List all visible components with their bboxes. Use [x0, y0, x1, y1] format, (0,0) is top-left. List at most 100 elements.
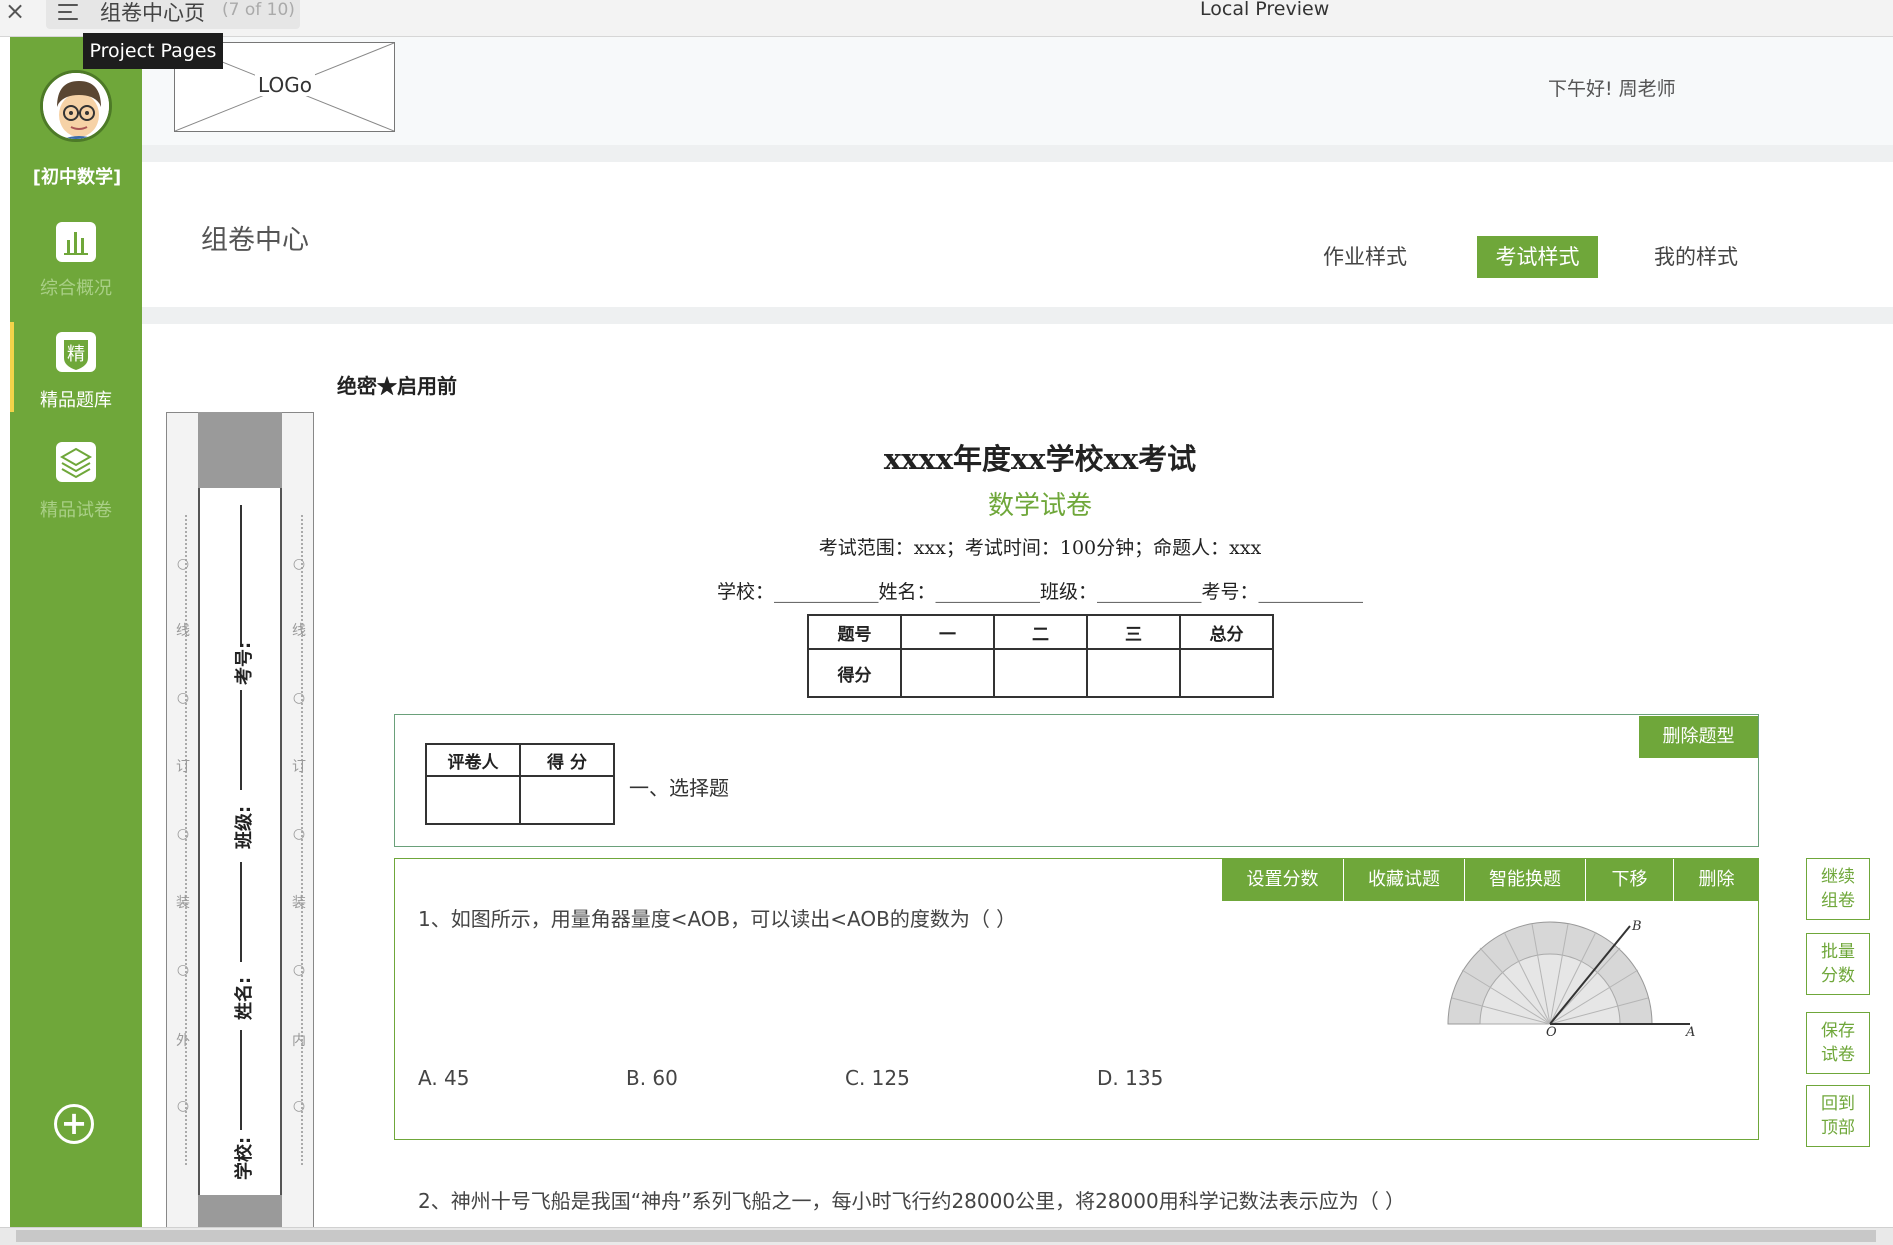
add-icon[interactable]: + [54, 1104, 94, 1144]
delete-section-button[interactable]: 删除题型 [1639, 716, 1758, 758]
subject-label: [初中数学] [32, 167, 122, 188]
seal-circle: ○ [292, 826, 306, 842]
title-panel [142, 162, 1893, 307]
seal-char: 订 [292, 759, 306, 775]
seal-circle: ○ [176, 556, 190, 572]
seal-circle: ○ [292, 1098, 306, 1114]
seal-circle: ○ [176, 826, 190, 842]
question-text: 2、神州十号飞船是我国“神舟”系列飞船之一，每小时飞行约28000公里，将280… [418, 1189, 1406, 1213]
point-b-label: B [1631, 919, 1642, 934]
batch-score-button[interactable]: 批量 分数 [1806, 933, 1870, 995]
seal-char: 外 [176, 1033, 190, 1049]
point-o-label: O [1546, 1025, 1557, 1038]
section-title: 一、选择题 [629, 776, 729, 800]
seal-char: 装 [176, 895, 190, 911]
exam-info: 考试范围：xxx；考试时间：100分钟；命题人：xxx [818, 537, 1262, 559]
button-label: 保存 [1821, 1021, 1855, 1041]
continue-compose-button[interactable]: 继续 组卷 [1806, 858, 1870, 920]
scrollbar-thumb[interactable] [16, 1230, 1876, 1242]
seal-circle: ○ [176, 962, 190, 978]
protractor-figure: B O A [1440, 918, 1700, 1040]
exam-number-field: 考号: [234, 641, 255, 685]
seal-circle: ○ [292, 556, 306, 572]
table-header: 得 分 [519, 743, 615, 777]
layers-icon [56, 442, 96, 482]
sidebar-item-exam-papers[interactable]: 精品试卷 [10, 442, 142, 522]
tab-my-style[interactable]: 我的样式 [1636, 236, 1756, 278]
bar-chart-icon [56, 222, 96, 262]
button-label: 试卷 [1821, 1045, 1855, 1065]
badge-jing-icon: 精 [56, 332, 96, 372]
name-field: 姓名: [234, 976, 255, 1020]
option-c: C. 125 [845, 1066, 910, 1090]
seal-circle: ○ [292, 962, 306, 978]
field-underline [240, 1030, 242, 1130]
tab-exam-style[interactable]: 考试样式 [1477, 236, 1598, 278]
menu-icon[interactable] [58, 2, 80, 22]
field-underline [240, 862, 242, 962]
seal-circle: ○ [176, 690, 190, 706]
table-cell [519, 775, 615, 825]
school-field: 学校: [234, 1136, 255, 1180]
divider [142, 145, 1893, 162]
table-cell [993, 648, 1088, 698]
move-down-button[interactable]: 下移 [1585, 859, 1673, 901]
button-label: 组卷 [1821, 891, 1855, 911]
sidebar [10, 37, 142, 1227]
smart-replace-button[interactable]: 智能换题 [1464, 859, 1585, 901]
save-paper-button[interactable]: 保存 试卷 [1806, 1012, 1870, 1074]
table-cell [900, 648, 995, 698]
tooltip: Project Pages [83, 33, 223, 69]
logo-text: LOGo [255, 74, 315, 96]
greeting: 下午好! 周老师 [1548, 78, 1676, 100]
close-icon[interactable]: × [4, 0, 26, 28]
button-label: 回到 [1821, 1094, 1855, 1114]
grader-table: 评卷人 得 分 [425, 743, 615, 825]
confidential-label: 绝密★启用前 [337, 374, 457, 398]
field-underline [240, 690, 242, 790]
table-header: 评卷人 [425, 743, 521, 777]
sidebar-item-label: 精品试卷 [40, 500, 112, 521]
sidebar-item-label: 综合概况 [40, 278, 112, 299]
class-field: 班级: [234, 805, 255, 849]
question-text: 1、如图所示，用量角器量度<AOB，可以读出<AOB的度数为（ ） [418, 907, 1017, 931]
seal-char: 线 [176, 623, 190, 639]
favorite-question-button[interactable]: 收藏试题 [1343, 859, 1464, 901]
table-cell [1179, 648, 1274, 698]
table-header: 二 [993, 614, 1088, 650]
sidebar-item-overview[interactable]: 综合概况 [10, 222, 142, 302]
sidebar-item-question-bank[interactable]: 精 精品题库 [10, 332, 142, 412]
svg-text:精: 精 [67, 344, 85, 365]
seal-circle: ○ [176, 1098, 190, 1114]
seal-char: 内 [292, 1033, 306, 1049]
page-title: 组卷中心页 [100, 1, 205, 25]
table-row-label: 得分 [807, 648, 902, 698]
delete-question-button[interactable]: 删除 [1673, 859, 1759, 901]
option-a: A. 45 [418, 1066, 470, 1090]
seal-circle: ○ [292, 690, 306, 706]
option-d: D. 135 [1097, 1066, 1164, 1090]
seal-char: 订 [176, 759, 190, 775]
sidebar-item-label: 精品题库 [40, 390, 112, 411]
student-info-line: 学校：___________姓名：___________班级：_________… [716, 581, 1363, 603]
binding-strip-cap [198, 412, 282, 488]
preview-title: Local Preview [1200, 0, 1330, 20]
exam-title: xxxx年度xx学校xx考试 [883, 442, 1197, 476]
page-count: (7 of 10) [222, 0, 295, 20]
option-b: B. 60 [626, 1066, 678, 1090]
button-label: 继续 [1821, 867, 1855, 887]
exam-subtitle: 数学试卷 [987, 491, 1092, 521]
back-to-top-button[interactable]: 回到 顶部 [1806, 1085, 1870, 1147]
button-label: 顶部 [1821, 1118, 1855, 1138]
table-header: 三 [1086, 614, 1181, 650]
tab-homework-style[interactable]: 作业样式 [1305, 236, 1425, 278]
table-cell [425, 775, 521, 825]
seal-char: 线 [292, 623, 306, 639]
field-underline [240, 505, 242, 645]
avatar[interactable] [40, 70, 112, 142]
table-header: 总分 [1179, 614, 1274, 650]
set-score-button[interactable]: 设置分数 [1222, 859, 1343, 901]
seal-char: 装 [292, 895, 306, 911]
section-heading: 组卷中心 [201, 225, 309, 256]
table-header: 一 [900, 614, 995, 650]
